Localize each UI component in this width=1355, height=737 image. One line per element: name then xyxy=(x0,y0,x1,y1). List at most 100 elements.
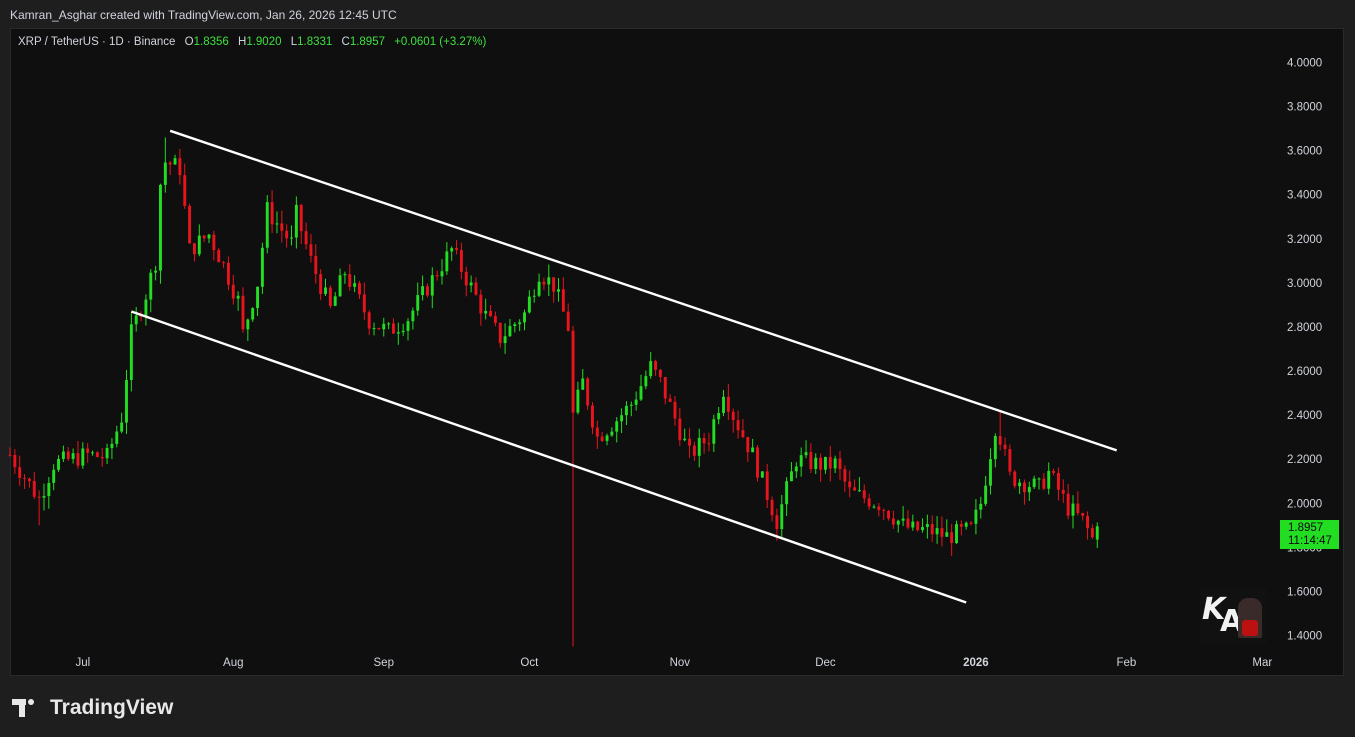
candle-body xyxy=(333,296,337,306)
candle-body xyxy=(319,274,323,294)
candle-body xyxy=(527,296,531,313)
candle-body xyxy=(644,376,648,387)
y-tick-label: 4.0000 xyxy=(1287,58,1322,70)
candle-body xyxy=(950,532,954,544)
y-tick-label: 2.4000 xyxy=(1287,410,1322,422)
candle-body xyxy=(183,175,187,206)
candle-body xyxy=(27,478,31,482)
candle-body xyxy=(314,255,318,275)
candle-body xyxy=(52,469,56,483)
candle-body xyxy=(600,436,604,441)
candle-body xyxy=(105,447,109,459)
candle-body xyxy=(23,477,27,479)
candle-body xyxy=(819,457,823,470)
y-tick-label: 3.4000 xyxy=(1287,190,1322,202)
candle-body xyxy=(459,250,463,272)
candle-body xyxy=(1095,526,1099,540)
candle-body xyxy=(862,490,866,499)
candle-body xyxy=(736,420,740,431)
candle-body xyxy=(353,283,357,287)
candle-body xyxy=(421,286,425,296)
symbol-legend[interactable]: XRP / TetherUS · 1D · Binance O1.8356 H1… xyxy=(18,36,486,48)
candle-body xyxy=(848,481,852,488)
x-tick-label: Sep xyxy=(374,657,394,669)
candle-body xyxy=(391,323,395,334)
candle-body xyxy=(542,281,546,285)
candle-body xyxy=(731,411,735,421)
candle-body xyxy=(896,520,900,525)
candle-body xyxy=(518,322,522,325)
candle-body xyxy=(508,326,512,337)
candle-body xyxy=(1061,489,1065,494)
candle-body xyxy=(532,295,536,297)
candle-body xyxy=(222,262,226,264)
candle-body xyxy=(828,456,832,469)
candle-body xyxy=(197,235,201,255)
symbol-name[interactable]: XRP / TetherUS · 1D · Binance xyxy=(18,36,175,48)
candle-body xyxy=(513,324,517,327)
candle-body xyxy=(702,437,706,444)
candle-body xyxy=(673,401,677,419)
candle-body xyxy=(86,448,90,453)
candle-body xyxy=(955,524,958,544)
candle-body xyxy=(416,295,420,311)
candle-body xyxy=(430,275,434,296)
candle-body xyxy=(18,467,22,478)
candle-body xyxy=(57,458,60,470)
candle-body xyxy=(887,510,891,519)
candle-body xyxy=(1090,528,1094,538)
candle-body xyxy=(115,431,119,444)
open-label: O xyxy=(184,36,194,48)
candle-body xyxy=(882,509,886,511)
candle-body xyxy=(1018,482,1022,487)
candle-body xyxy=(260,247,264,287)
candle-body xyxy=(212,234,216,251)
candle-body xyxy=(455,248,459,251)
candle-body xyxy=(192,243,196,255)
candle-body xyxy=(1052,470,1056,473)
candle-body xyxy=(489,310,492,317)
open-value: 1.8356 xyxy=(193,36,229,48)
candle-body xyxy=(663,376,667,399)
candle-body xyxy=(872,506,876,508)
candle-body xyxy=(629,404,633,406)
candle-body xyxy=(231,284,235,299)
candle-body xyxy=(566,311,570,331)
candle-body xyxy=(746,437,750,453)
candle-body xyxy=(1071,503,1075,516)
candle-body xyxy=(362,294,366,313)
candle-body xyxy=(916,521,920,531)
candle-body xyxy=(964,522,968,527)
candle-body xyxy=(654,361,658,370)
candle-body xyxy=(692,445,696,456)
y-tick-label: 1.6000 xyxy=(1287,586,1322,598)
candle-body xyxy=(396,332,400,334)
tradingview-brand[interactable]: TradingView xyxy=(12,696,173,720)
candle-body xyxy=(47,482,51,497)
candle-body xyxy=(134,315,138,325)
candle-body xyxy=(280,223,284,231)
candle-body xyxy=(804,452,808,456)
candle-body xyxy=(683,438,687,441)
price-chart[interactable]: 4.0000 3.8000 3.6000 3.4000 3.2000 3.0000 2.80… xyxy=(0,0,1355,737)
candle-body xyxy=(780,504,784,530)
candle-body xyxy=(149,272,153,300)
candle-body xyxy=(974,509,978,524)
candle-body xyxy=(649,361,653,377)
y-tick-label: 2.8000 xyxy=(1287,322,1322,334)
candle-body xyxy=(984,485,988,504)
bar-countdown: 11:14:47 xyxy=(1288,535,1332,547)
last-price: 1.8957 xyxy=(1288,522,1324,534)
candle-body xyxy=(406,321,410,331)
x-tick-label: Dec xyxy=(815,657,836,669)
candle-body xyxy=(236,295,240,299)
candle-body xyxy=(901,518,905,521)
candle-body xyxy=(756,447,759,478)
candle-body xyxy=(998,436,1002,445)
candle-body xyxy=(571,330,575,413)
candle-body xyxy=(275,223,279,225)
candle-body xyxy=(76,453,80,466)
candle-body xyxy=(377,328,381,330)
candle-body xyxy=(979,503,983,510)
candle-body xyxy=(1076,503,1080,514)
